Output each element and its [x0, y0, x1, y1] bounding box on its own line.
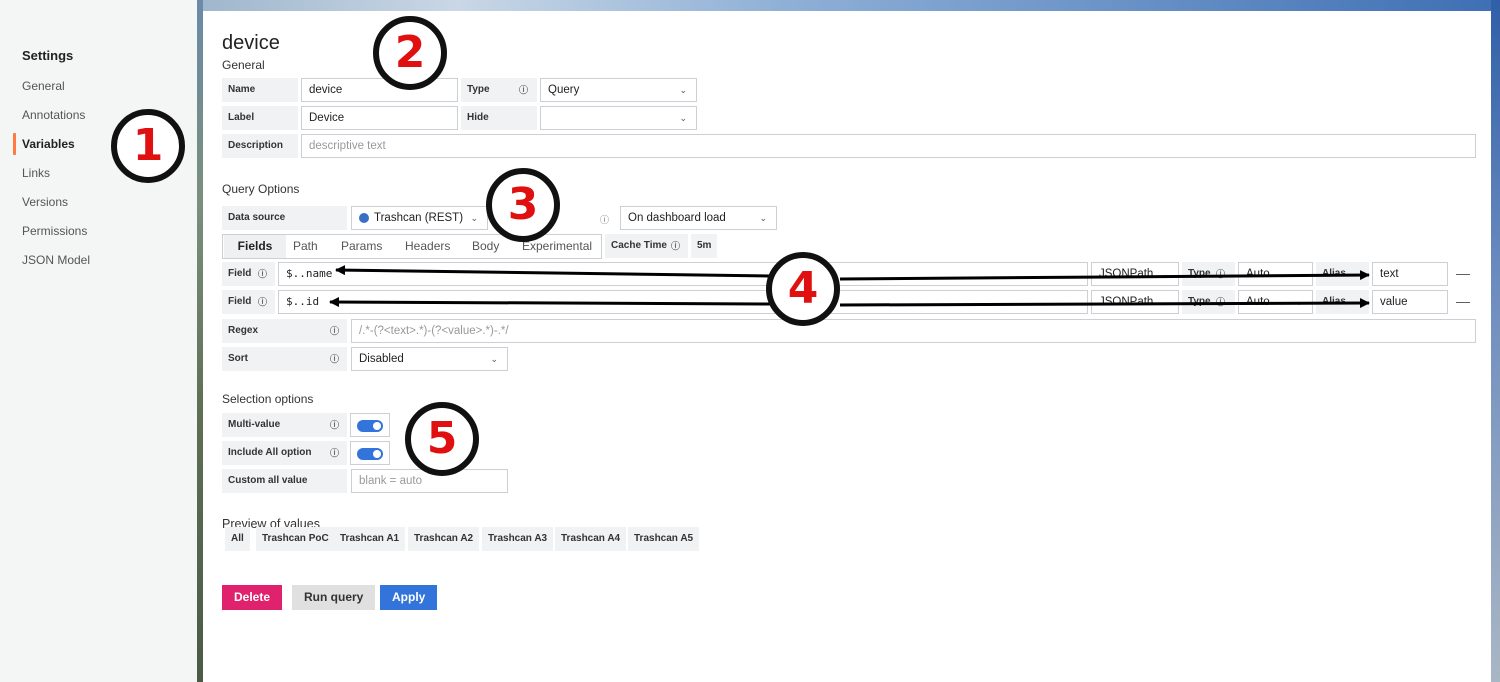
arrow-to-path-1	[335, 265, 771, 278]
annotation-badge-2: 2	[373, 16, 447, 90]
annotation-badge-4: 4	[766, 252, 840, 326]
arrow-to-alias-2	[839, 298, 1370, 309]
annotation-arrows	[329, 265, 1370, 309]
annotation-badge-5: 5	[405, 402, 479, 476]
arrow-to-alias-1	[839, 270, 1370, 281]
arrow-to-path-2	[329, 297, 771, 308]
annotation-badge-1: 1	[111, 109, 185, 183]
annotation-badge-3: 3	[486, 168, 560, 242]
